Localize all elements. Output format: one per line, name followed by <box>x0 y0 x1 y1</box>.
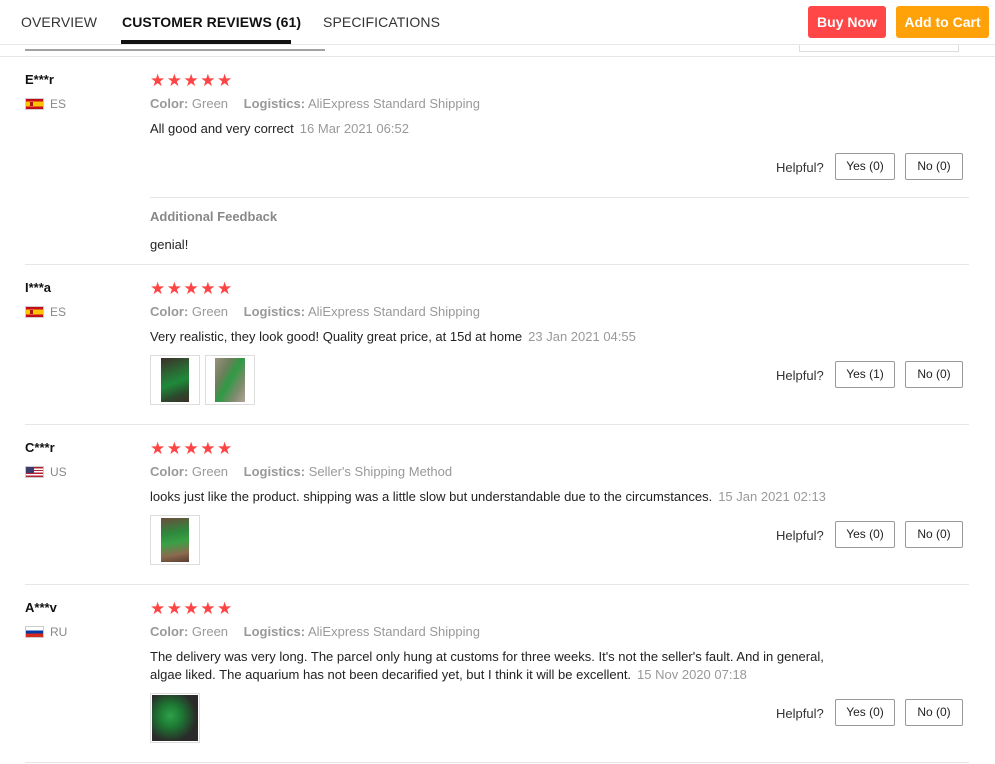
review-photo-thumbnail[interactable] <box>150 515 200 565</box>
helpful-no-button[interactable]: No (0) <box>905 521 963 548</box>
logistics-value: AliExpress Standard Shipping <box>307 304 480 319</box>
reviewer-name: I***a <box>25 280 52 295</box>
logistics-value: AliExpress Standard Shipping <box>307 96 480 111</box>
country-code: ES <box>50 305 67 319</box>
tab-specifications[interactable]: SPECIFICATIONS <box>323 14 440 30</box>
review-text: The delivery was very long. The parcel o… <box>150 648 824 684</box>
russia-flag-icon <box>25 626 44 638</box>
additional-feedback-label: Additional Feedback <box>150 209 278 224</box>
helpful-label: Helpful? <box>776 528 824 543</box>
additional-feedback-text: genial! <box>150 237 189 252</box>
review-divider <box>25 762 969 763</box>
star-rating: ★★★★★ <box>150 439 234 458</box>
review-date: 23 Jan 2021 04:55 <box>528 329 636 344</box>
buy-now-button[interactable]: Buy Now <box>808 6 886 38</box>
color-value: Green <box>191 304 229 319</box>
helpful-yes-button[interactable]: Yes (1) <box>835 361 895 388</box>
star-rating: ★★★★★ <box>150 599 234 618</box>
reviewer-name: E***r <box>25 72 54 87</box>
helpful-no-button[interactable]: No (0) <box>905 361 963 388</box>
reviewer-name: C***r <box>25 440 55 455</box>
color-label: Color: <box>150 464 189 479</box>
plant-photo-image <box>161 518 189 562</box>
logistics-label: Logistics: <box>243 624 306 639</box>
review-filter-row <box>0 45 995 57</box>
helpful-label: Helpful? <box>776 368 824 383</box>
helpful-yes-button[interactable]: Yes (0) <box>835 153 895 180</box>
review-text: looks just like the product. shipping wa… <box>150 488 826 506</box>
us-flag-icon <box>25 466 44 478</box>
review-divider <box>25 264 969 265</box>
review-text: All good and very correct 16 Mar 2021 06:… <box>150 120 409 138</box>
logistics-label: Logistics: <box>243 304 306 319</box>
logistics-value: Seller's Shipping Method <box>308 464 453 479</box>
sort-dropdown-clipped[interactable] <box>799 45 959 52</box>
star-rating: ★★★★★ <box>150 71 234 90</box>
add-to-cart-button[interactable]: Add to Cart <box>896 6 989 38</box>
filter-options-clipped <box>25 45 325 51</box>
country-code: ES <box>50 97 67 111</box>
reviewer-country: ES <box>25 305 66 319</box>
helpful-no-button[interactable]: No (0) <box>905 153 963 180</box>
review-divider <box>25 584 969 585</box>
color-value: Green <box>191 464 229 479</box>
review-date: 16 Mar 2021 06:52 <box>299 121 409 136</box>
tab-customer-reviews[interactable]: CUSTOMER REVIEWS (61) <box>122 14 301 30</box>
review-meta: Color: Green Logistics: Seller's Shippin… <box>150 464 452 479</box>
star-rating: ★★★★★ <box>150 279 234 298</box>
review-meta: Color: Green Logistics: AliExpress Stand… <box>150 96 480 111</box>
review-date: 15 Nov 2020 07:18 <box>637 667 747 682</box>
review-photo-thumbnail[interactable] <box>205 355 255 405</box>
logistics-label: Logistics: <box>243 464 306 479</box>
tab-overview[interactable]: OVERVIEW <box>21 14 97 30</box>
plant-photo-image <box>215 358 245 402</box>
logistics-value: AliExpress Standard Shipping <box>307 624 480 639</box>
review-meta: Color: Green Logistics: AliExpress Stand… <box>150 304 480 319</box>
helpful-yes-button[interactable]: Yes (0) <box>835 521 895 548</box>
reviewer-country: RU <box>25 625 67 639</box>
review-body-line2: algae liked. The aquarium has not been d… <box>150 667 632 682</box>
country-code: RU <box>50 625 68 639</box>
helpful-no-button[interactable]: No (0) <box>905 699 963 726</box>
logistics-label: Logistics: <box>243 96 306 111</box>
color-value: Green <box>191 96 229 111</box>
helpful-yes-button[interactable]: Yes (0) <box>835 699 895 726</box>
review-divider <box>25 424 969 425</box>
helpful-label: Helpful? <box>776 160 824 175</box>
review-photo-thumbnail[interactable] <box>150 355 200 405</box>
active-tab-indicator <box>121 40 291 44</box>
color-label: Color: <box>150 96 189 111</box>
review-meta: Color: Green Logistics: AliExpress Stand… <box>150 624 480 639</box>
helpful-label: Helpful? <box>776 706 824 721</box>
review-body: looks just like the product. shipping wa… <box>150 489 713 504</box>
color-label: Color: <box>150 304 189 319</box>
review-body: All good and very correct <box>150 121 294 136</box>
reviewer-country: ES <box>25 97 66 111</box>
review-photo-thumbnail[interactable] <box>150 693 200 743</box>
spain-flag-icon <box>25 98 44 110</box>
plant-photo-image <box>152 695 198 741</box>
divider <box>150 197 969 198</box>
plant-photo-image <box>161 358 189 402</box>
product-tab-bar: OVERVIEW CUSTOMER REVIEWS (61) SPECIFICA… <box>0 0 995 45</box>
color-value: Green <box>191 624 229 639</box>
color-label: Color: <box>150 624 189 639</box>
review-date: 15 Jan 2021 02:13 <box>718 489 826 504</box>
review-text: Very realistic, they look good! Quality … <box>150 328 636 346</box>
reviewer-name: A***v <box>25 600 57 615</box>
review-body: Very realistic, they look good! Quality … <box>150 329 523 344</box>
review-body-line1: The delivery was very long. The parcel o… <box>150 649 824 664</box>
reviewer-country: US <box>25 465 67 479</box>
country-code: US <box>50 465 67 479</box>
spain-flag-icon <box>25 306 44 318</box>
